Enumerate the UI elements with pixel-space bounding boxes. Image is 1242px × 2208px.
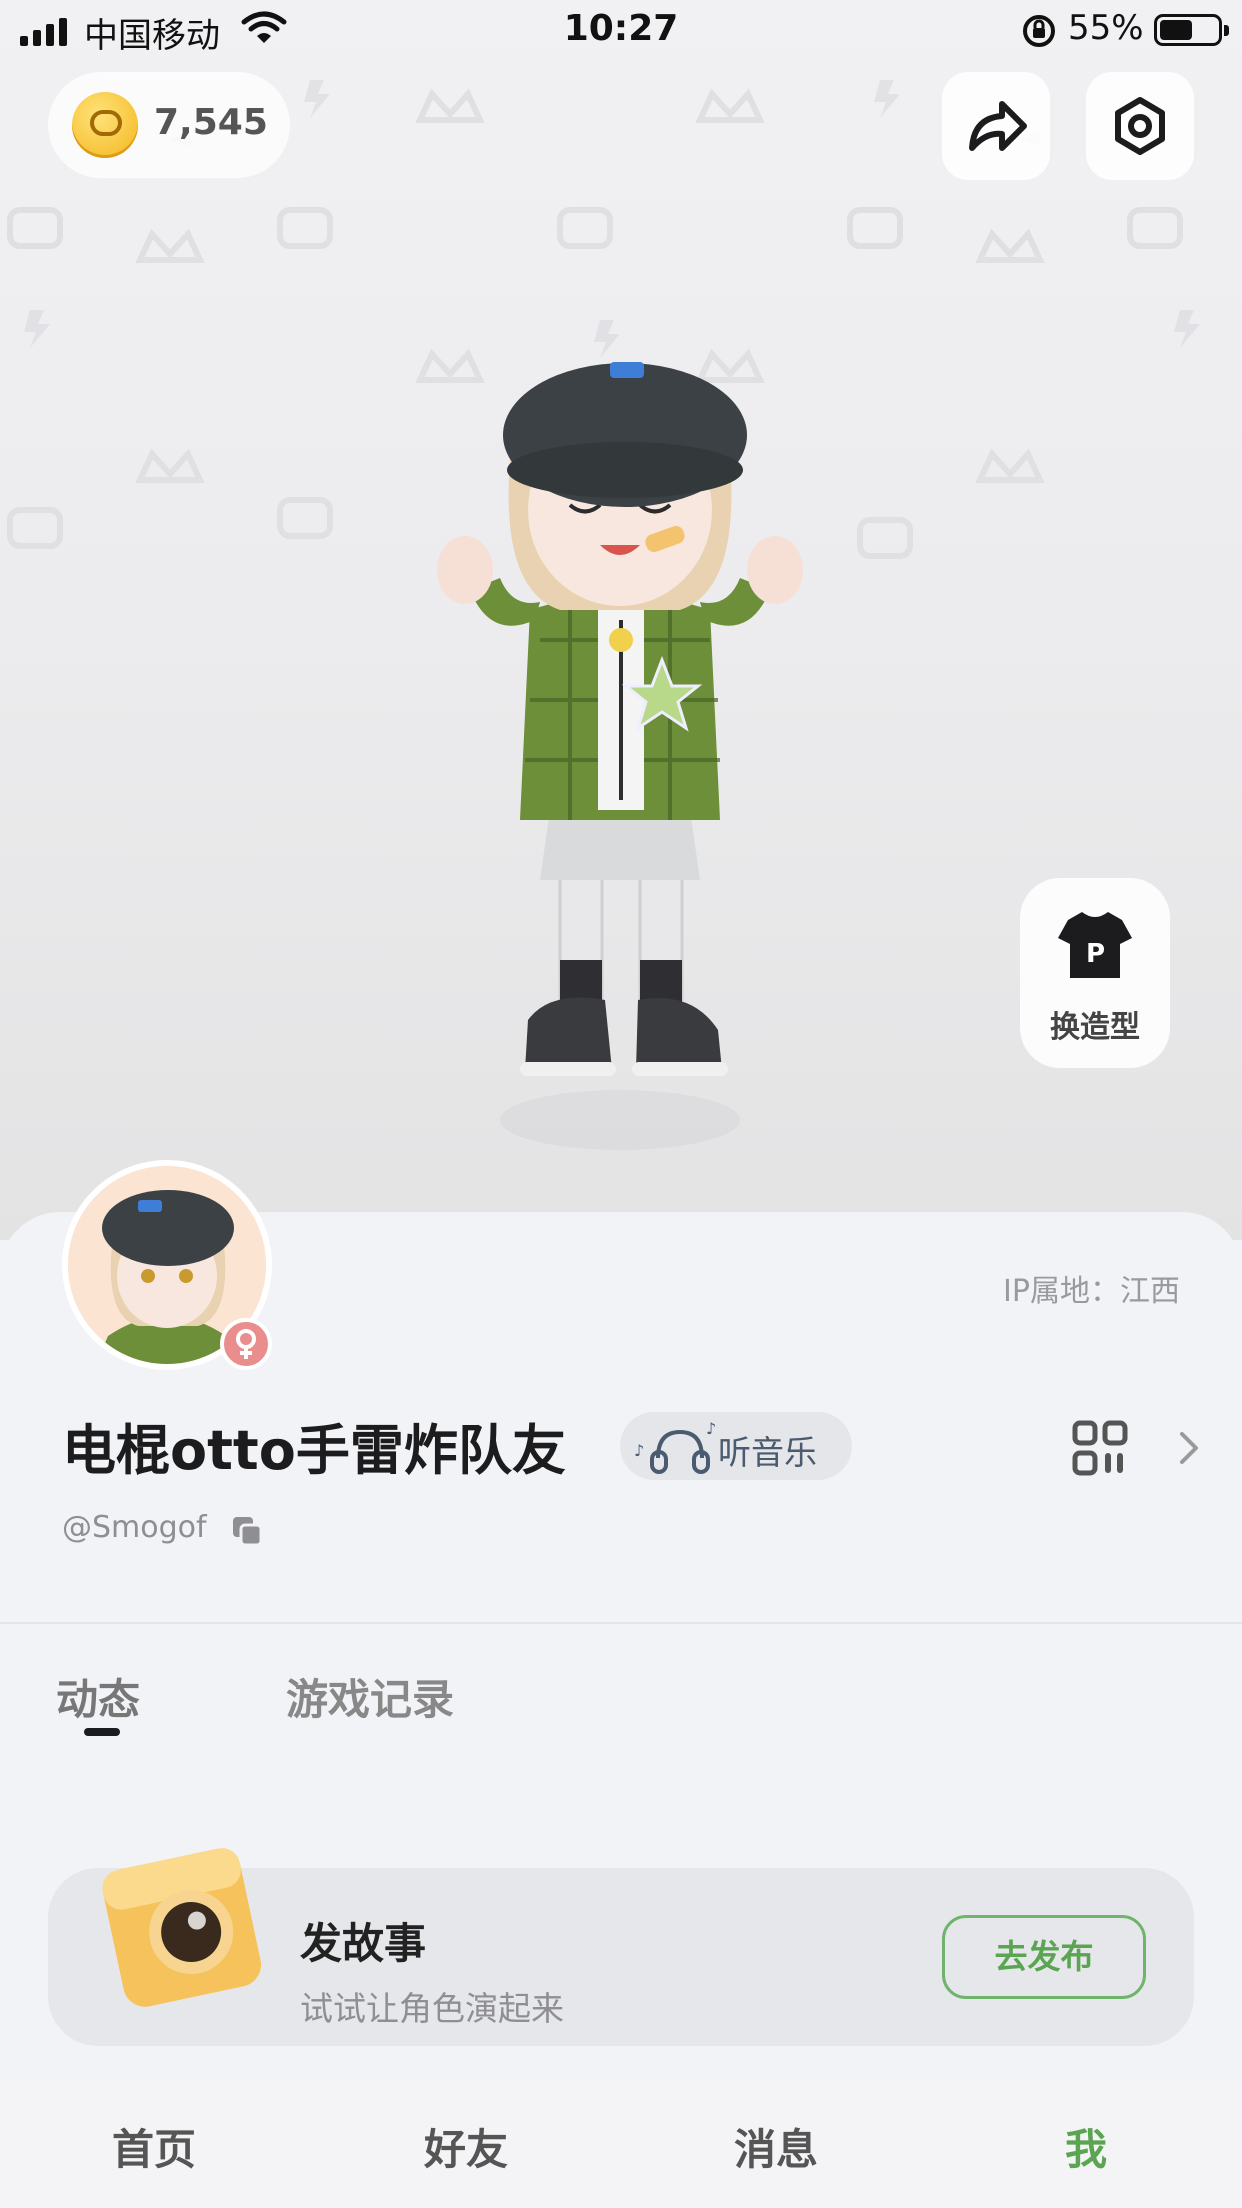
nav-me[interactable]: 我 [986, 2116, 1186, 2177]
settings-button[interactable] [1086, 72, 1194, 180]
avatar-character[interactable]: ♫ [400, 340, 840, 1200]
camera-icon [102, 1848, 262, 2007]
svg-text:♪: ♪ [634, 1441, 644, 1460]
bottom-navigation: 首页 好友 消息 我 [0, 2080, 1242, 2208]
battery-percent: 55% [1068, 8, 1144, 48]
tshirt-icon: P [1058, 912, 1132, 978]
share-button[interactable] [942, 72, 1050, 180]
coin-balance: 7,545 [154, 102, 268, 143]
nav-messages[interactable]: 消息 [676, 2116, 876, 2177]
ip-location: IP属地：江西 [1003, 1274, 1180, 1309]
female-icon [236, 1329, 256, 1359]
copy-icon[interactable] [230, 1514, 264, 1548]
settings-icon [1115, 97, 1165, 155]
avatar-showcase: 中国移动 10:27 55% 7,545 ♫ [0, 0, 1242, 1240]
change-outfit-label: 换造型 [1050, 1010, 1140, 1045]
change-outfit-button[interactable]: P 换造型 [1020, 878, 1170, 1068]
headphones-icon: ♪ ♪ [634, 1419, 716, 1474]
story-title: 发故事 [300, 1919, 427, 1968]
rotation-lock-icon [1023, 15, 1055, 47]
female-gender-badge [220, 1318, 272, 1370]
publish-button[interactable]: 去发布 [942, 1915, 1146, 1999]
divider [0, 1622, 1242, 1624]
share-icon [969, 101, 1027, 151]
tab-moments[interactable]: 动态 [56, 1666, 140, 1727]
coin-icon [72, 92, 138, 158]
status-tag-label: 听音乐 [718, 1433, 817, 1472]
nav-friends[interactable]: 好友 [366, 2116, 566, 2177]
user-handle: @Smogof [62, 1510, 207, 1545]
nav-home[interactable]: 首页 [54, 2116, 254, 2177]
coin-balance-pill[interactable]: 7,545 [48, 72, 290, 178]
svg-text:♪: ♪ [706, 1419, 716, 1438]
svg-text:P: P [1086, 939, 1105, 969]
battery-icon [1154, 14, 1229, 46]
status-bar: 中国移动 10:27 55% [0, 0, 1242, 62]
tab-game-records[interactable]: 游戏记录 [286, 1666, 454, 1727]
tab-active-indicator [84, 1728, 120, 1736]
nickname: 电棍otto手雷炸队友 [62, 1419, 566, 1482]
status-tag[interactable]: ♪ ♪ 听音乐 [620, 1412, 852, 1480]
story-subtitle: 试试让角色演起来 [300, 1989, 564, 2028]
qr-code-icon[interactable] [1072, 1420, 1128, 1476]
chevron-right-icon[interactable] [1174, 1426, 1204, 1470]
